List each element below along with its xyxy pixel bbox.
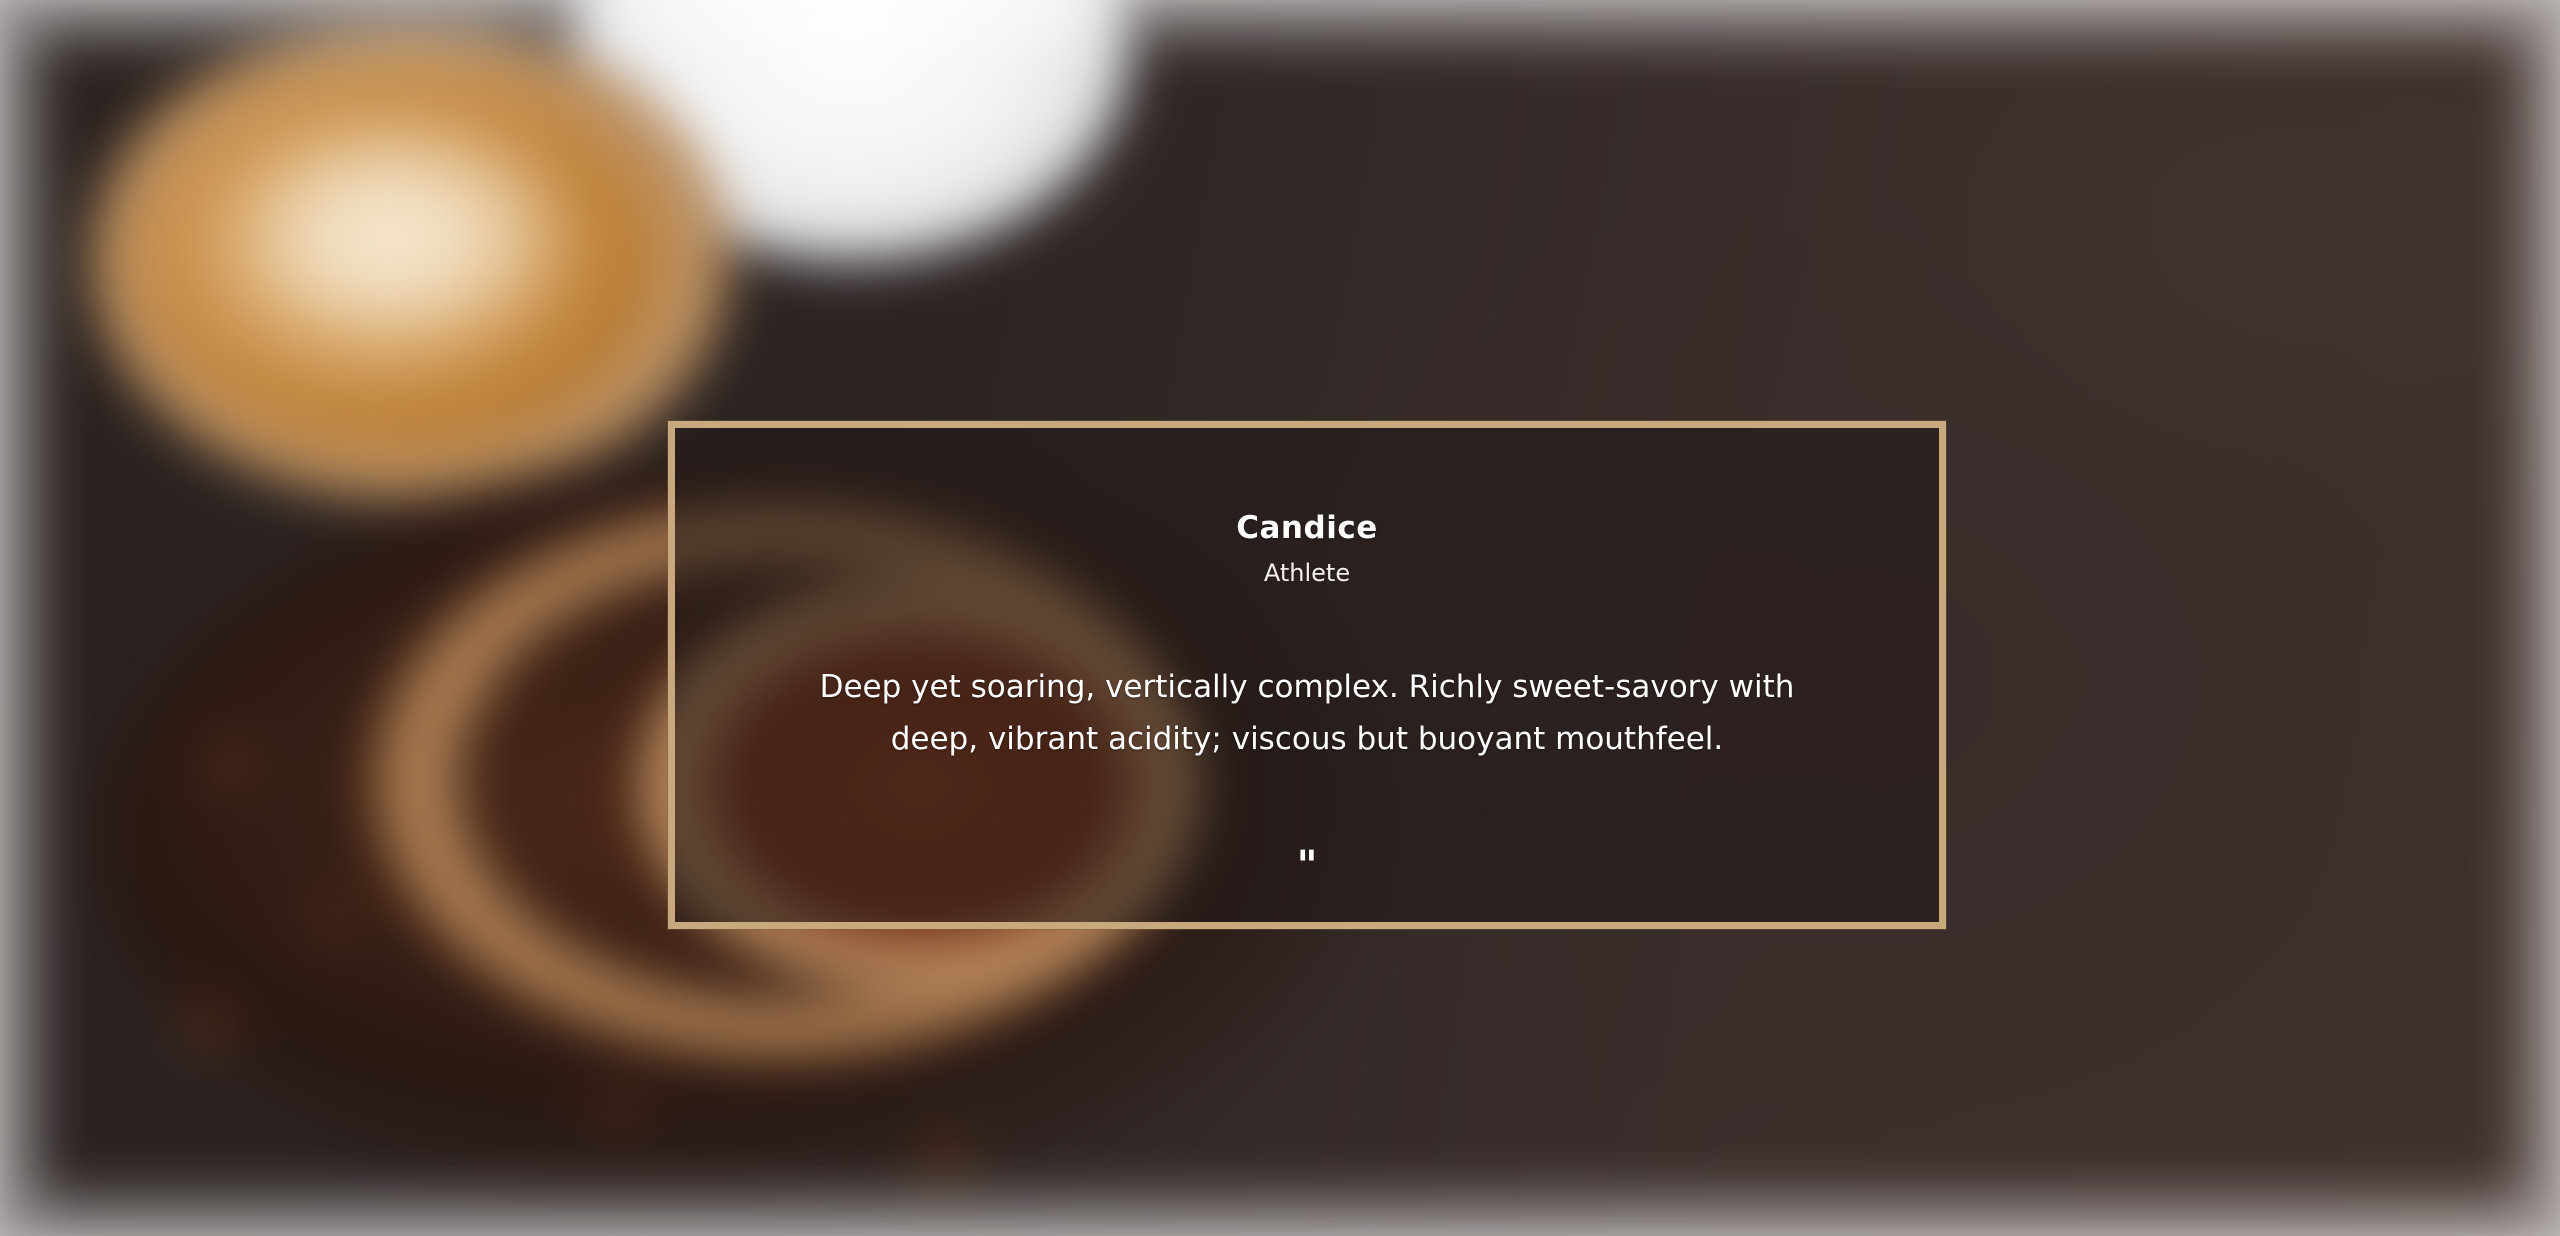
- latte-art-image: [240, 130, 560, 340]
- testimonial-section: Candice Athlete Deep yet soaring, vertic…: [0, 0, 2560, 1236]
- quote-mark-icon: ": [1296, 843, 1318, 889]
- testimonial-author-name: Candice: [1236, 510, 1378, 546]
- testimonial-quote-text: Deep yet soaring, vertically complex. Ri…: [819, 669, 1795, 757]
- testimonial-author-role: Athlete: [1263, 559, 1351, 587]
- testimonial-card: Candice Athlete Deep yet soaring, vertic…: [668, 421, 1946, 929]
